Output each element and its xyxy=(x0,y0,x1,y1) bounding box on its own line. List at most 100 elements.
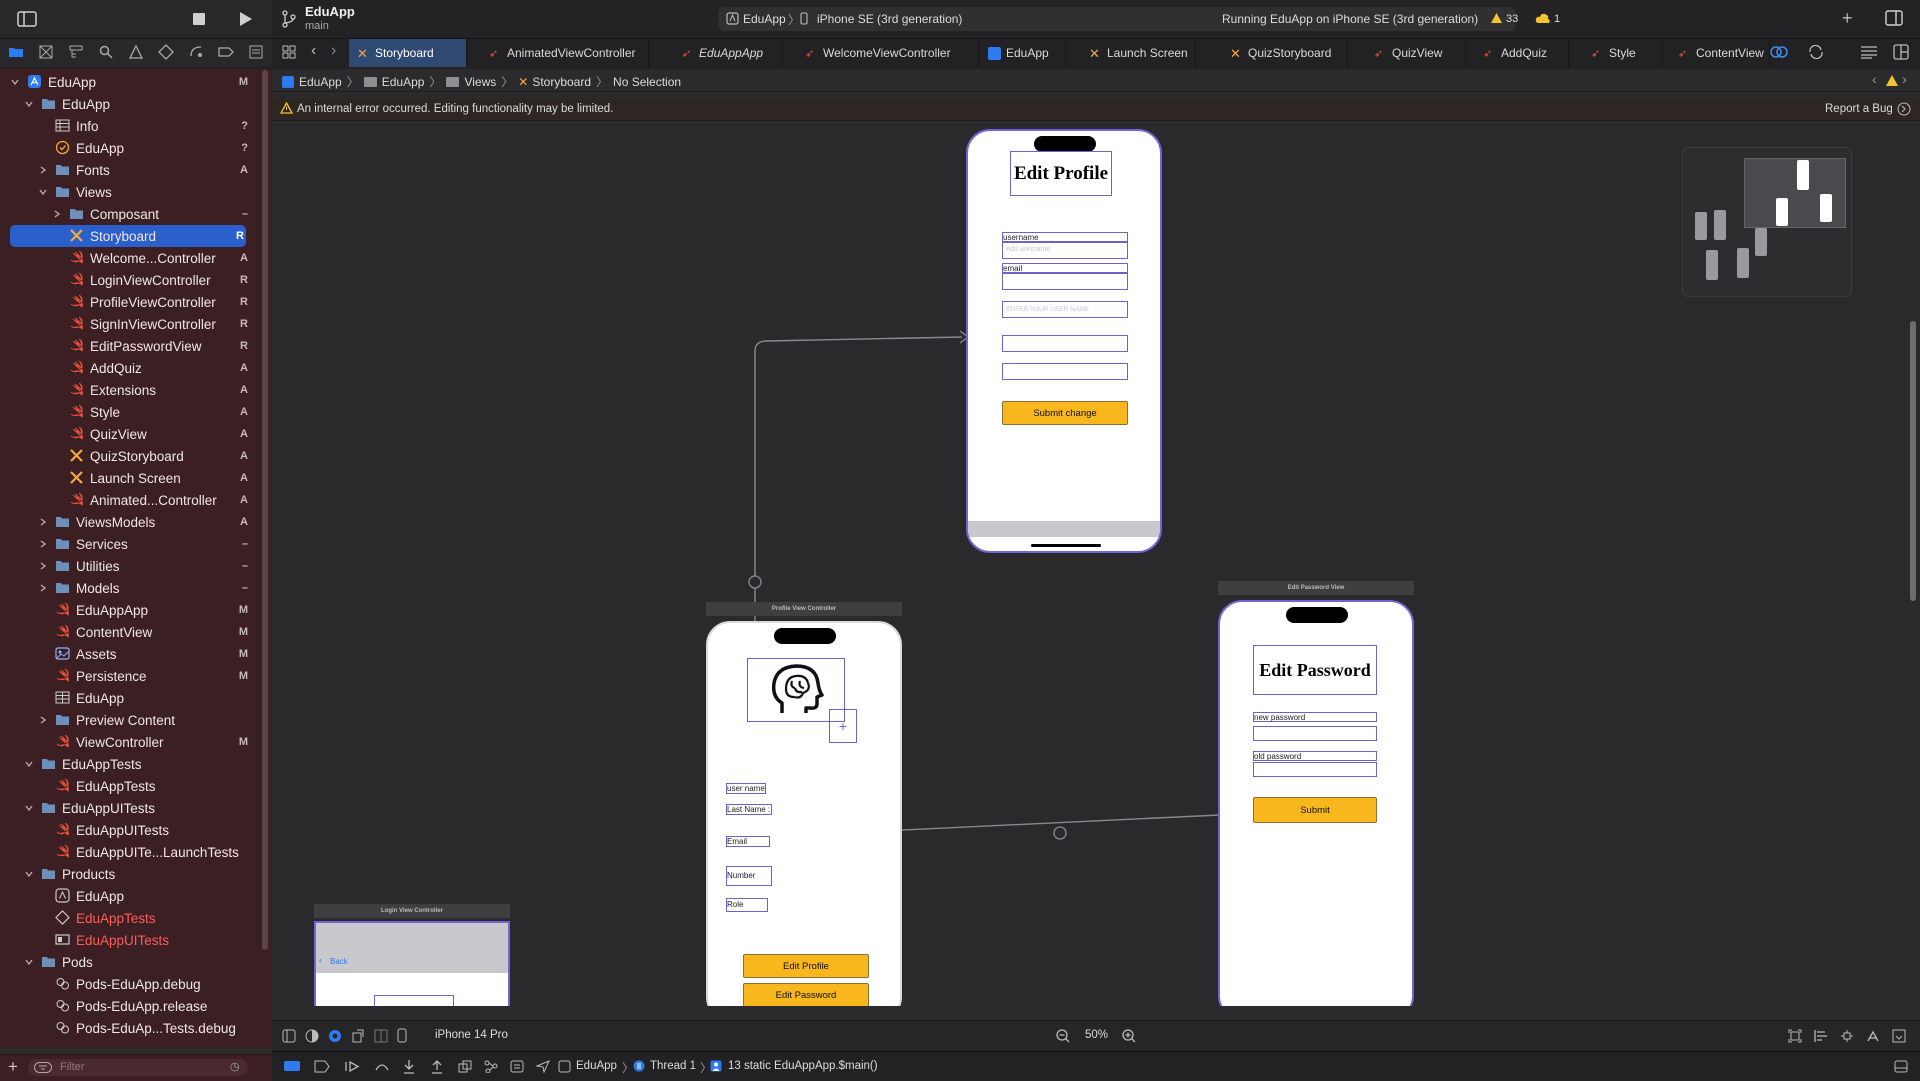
edit-profile-scene[interactable]: Edit Profile username edit username emai… xyxy=(966,129,1162,553)
filter-field[interactable]: Filter ◷ xyxy=(28,1059,248,1076)
chevron-down-icon[interactable] xyxy=(24,99,34,109)
zoom-in-icon[interactable] xyxy=(1122,1029,1136,1043)
update-frames-icon[interactable] xyxy=(1788,1029,1802,1043)
profile-scene-title[interactable]: Profile View Controller xyxy=(706,602,902,616)
zoom-level[interactable]: 50% xyxy=(1085,1029,1108,1041)
add-icon[interactable]: + xyxy=(1842,8,1853,29)
tab-quizstoryboard[interactable]: ✕ QuizStoryboard xyxy=(1222,39,1348,67)
email-field[interactable] xyxy=(1002,273,1128,290)
cloud-issue-icon[interactable] xyxy=(1535,12,1551,24)
chevron-down-icon[interactable] xyxy=(24,759,34,769)
test-navigator-icon[interactable] xyxy=(158,44,174,60)
step-into-icon[interactable] xyxy=(402,1059,416,1074)
chevron-right-icon[interactable] xyxy=(38,561,48,571)
chevron-down-icon[interactable] xyxy=(38,187,48,197)
debug-frame[interactable]: 13 static EduAppApp.$main() xyxy=(728,1060,878,1072)
continue-icon[interactable] xyxy=(344,1060,360,1073)
login-scene-title[interactable]: Login View Controller xyxy=(314,904,510,918)
navigator-item-products[interactable]: Products xyxy=(0,863,260,885)
chevron-right-icon[interactable] xyxy=(38,517,48,527)
navigator-item-eduappuitests[interactable]: EduAppUITests xyxy=(0,797,260,819)
user-name-label[interactable]: user name xyxy=(726,783,766,794)
location-icon[interactable] xyxy=(536,1060,550,1073)
previous-issue-icon[interactable]: ‹ xyxy=(1872,71,1877,87)
navigator-item-viewcontroller[interactable]: ViewController M xyxy=(0,731,260,753)
storyboard-canvas[interactable]: Edit Profile username edit username emai… xyxy=(272,121,1920,1006)
navigator-item-eduapptests[interactable]: EduAppTests xyxy=(0,907,260,929)
navigator-item-fonts[interactable]: Fonts A xyxy=(0,159,260,181)
back-arrow-icon[interactable]: ‹ xyxy=(311,42,316,60)
chevron-right-icon[interactable] xyxy=(38,539,48,549)
debug-area-toggle-icon[interactable] xyxy=(284,1061,300,1071)
breakpoints-toggle-icon[interactable] xyxy=(314,1060,330,1073)
sidebar-toggle-icon[interactable] xyxy=(16,8,38,30)
navigator-item-views[interactable]: Views xyxy=(0,181,260,203)
breakpoint-navigator-icon[interactable] xyxy=(218,44,234,60)
number-label[interactable]: Number xyxy=(726,866,772,886)
submit-button[interactable]: Submit xyxy=(1253,797,1377,823)
navigator-item-utilities[interactable]: Utilities – xyxy=(0,555,260,577)
report-navigator-icon[interactable] xyxy=(248,44,264,60)
tab-style[interactable]: ➶ Style xyxy=(1583,39,1663,67)
name-field[interactable]: ENTER YOUR USER NAME xyxy=(1002,301,1128,318)
navigator-item-eduapp[interactable]: EduApp M xyxy=(0,71,260,93)
chevron-right-icon[interactable] xyxy=(52,209,62,219)
back-button[interactable]: Back xyxy=(330,957,348,966)
resolve-issues-icon[interactable] xyxy=(1866,1029,1880,1043)
document-outline-icon[interactable] xyxy=(282,1029,296,1043)
chevron-down-icon[interactable] xyxy=(24,803,34,813)
edit-password-scene-title[interactable]: Edit Password View xyxy=(1218,581,1414,595)
navigator-item-eduappuitests[interactable]: EduAppUITests xyxy=(0,819,260,841)
appearance-icon[interactable] xyxy=(305,1029,319,1043)
tab-quizview[interactable]: ➶ QuizView xyxy=(1366,39,1466,67)
navigator-item-eduapptests[interactable]: EduAppTests xyxy=(0,775,260,797)
navigator-item-services[interactable]: Services – xyxy=(0,533,260,555)
username-label[interactable]: username xyxy=(1002,232,1128,242)
navigator-item-eduappuitests[interactable]: EduAppUITests xyxy=(0,929,260,951)
tab-eduapp[interactable]: EduApp xyxy=(980,39,1066,67)
navigator-item-signinviewcontroller[interactable]: SignInViewController R xyxy=(0,313,260,335)
navigator-item-extensions[interactable]: Extensions A xyxy=(0,379,260,401)
hierarchy-icon[interactable] xyxy=(68,44,84,60)
navigator-item-pods-eduap-tests-debug[interactable]: Pods-EduAp...Tests.debug xyxy=(0,1017,260,1039)
navigator-item-composant[interactable]: Composant – xyxy=(0,203,260,225)
console-toggle-icon[interactable] xyxy=(1894,1060,1908,1073)
folder-icon[interactable] xyxy=(8,44,24,60)
breadcrumb-item[interactable]: EduApp xyxy=(382,75,425,89)
navigator-item-pods-eduapp-debug[interactable]: Pods-EduApp.debug xyxy=(0,973,260,995)
navigator-item-eduappapp[interactable]: EduAppApp M xyxy=(0,599,260,621)
role-label[interactable]: Role xyxy=(726,898,768,912)
next-issue-icon[interactable]: › xyxy=(1902,71,1907,87)
submit-change-button[interactable]: Submit change xyxy=(1002,401,1128,425)
edit-password-scene[interactable]: Edit Password new password old password … xyxy=(1218,600,1414,1006)
navigator-item-pods[interactable]: Pods xyxy=(0,951,260,973)
navigator-item-persistence[interactable]: Persistence M xyxy=(0,665,260,687)
issue-count[interactable]: 1 xyxy=(1554,13,1560,25)
login-view-scene[interactable]: ‹ Back xyxy=(314,921,510,1006)
embed-in-icon[interactable] xyxy=(1892,1029,1906,1043)
login-field[interactable] xyxy=(374,995,454,1006)
navigator-item-viewsmodels[interactable]: ViewsModels A xyxy=(0,511,260,533)
search-icon[interactable] xyxy=(98,44,114,60)
navigator-item-eduapptests[interactable]: EduAppTests xyxy=(0,753,260,775)
navigator-item-info[interactable]: Info? xyxy=(0,115,260,137)
navigator-item-eduapp[interactable]: EduApp xyxy=(0,93,260,115)
variation-icon[interactable] xyxy=(328,1029,342,1043)
navigator-item-assets[interactable]: Assets M xyxy=(0,643,260,665)
inspector-toggle-icon[interactable] xyxy=(1885,10,1903,26)
navigator-item-models[interactable]: Models – xyxy=(0,577,260,599)
warning-icon[interactable] xyxy=(1490,12,1503,24)
forward-arrow-icon[interactable]: › xyxy=(331,42,336,60)
issue-navigator-icon[interactable] xyxy=(128,44,144,60)
last-name-label[interactable]: Last Name : xyxy=(726,804,772,815)
debug-app-name[interactable]: EduApp xyxy=(576,1060,617,1072)
chevron-right-icon[interactable] xyxy=(38,583,48,593)
old-password-field[interactable] xyxy=(1253,762,1377,777)
navigator-item-storyboard[interactable]: Storyboard R xyxy=(10,225,246,247)
environment-overrides-icon[interactable] xyxy=(510,1060,524,1073)
navigator-item-addquiz[interactable]: AddQuiz A xyxy=(0,357,260,379)
breadcrumb-item[interactable]: Views xyxy=(464,75,496,89)
arrow-circle-icon[interactable] xyxy=(1897,102,1911,116)
new-password-field[interactable] xyxy=(1253,726,1377,741)
navigator-item-style[interactable]: Style A xyxy=(0,401,260,423)
